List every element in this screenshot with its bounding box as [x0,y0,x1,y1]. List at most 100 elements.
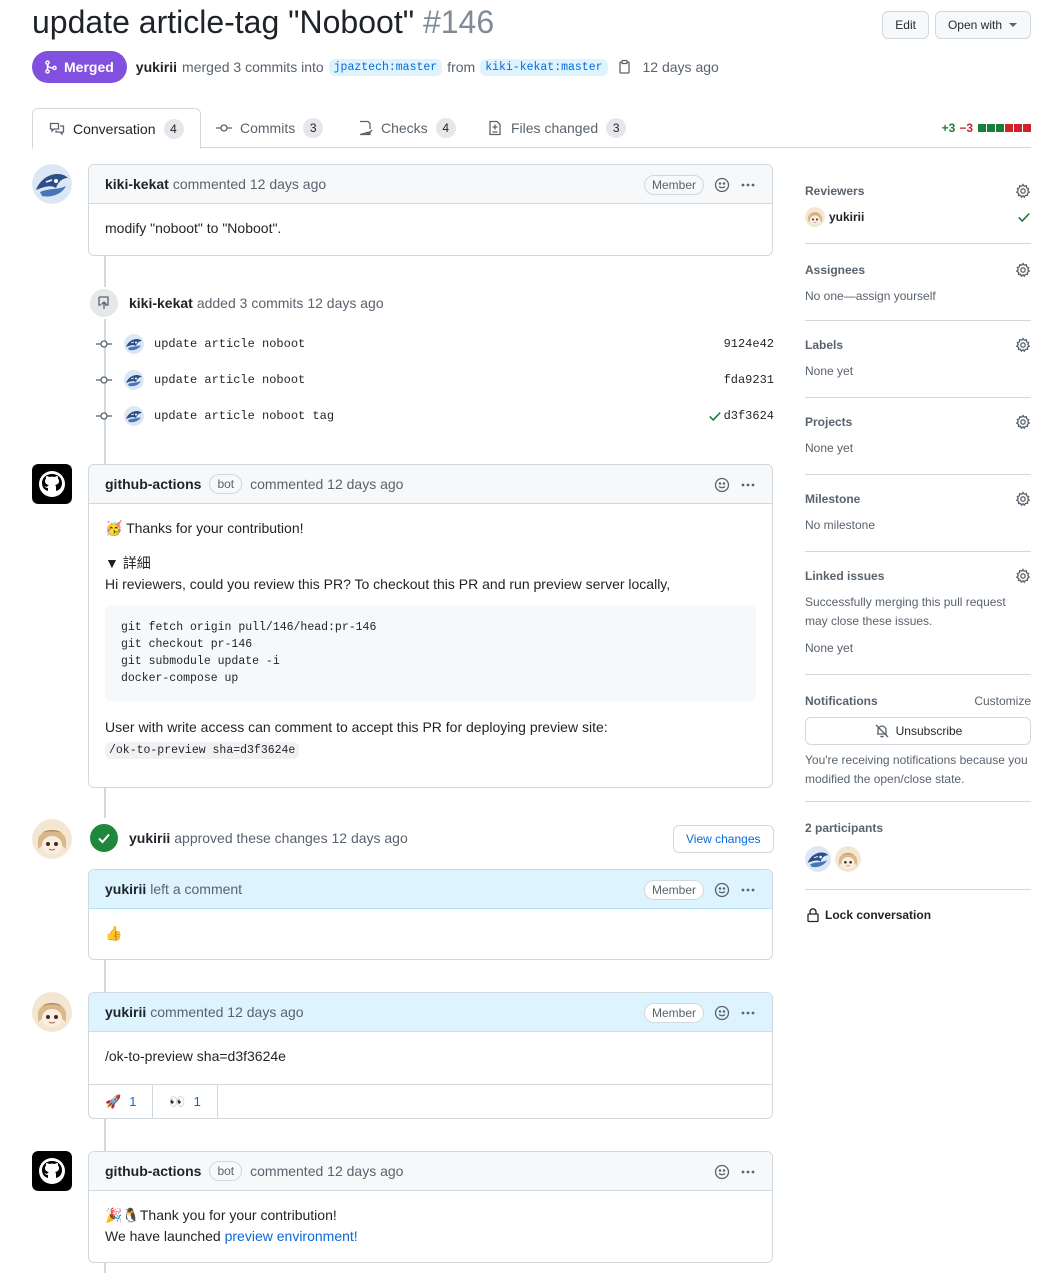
linked-issues-title[interactable]: Linked issues [805,569,884,583]
merged-by-link[interactable]: yukirii [136,59,177,75]
sidebar-section-header: Notifications Customize [805,694,1031,708]
gear-icon[interactable] [1015,414,1031,430]
commit-row[interactable]: update article noboot fda9231 [96,368,774,392]
commits-event-author[interactable]: kiki-kekat [129,295,193,311]
tab-files-changed[interactable]: Files changed 3 [471,108,642,148]
preview-environment-link[interactable]: preview environment! [225,1228,358,1244]
commit-row[interactable]: update article noboot 9124e42 [96,332,774,356]
projects-title[interactable]: Projects [805,415,852,429]
repo-push-icon [88,287,120,319]
comment-meta[interactable]: commented 12 days ago [173,176,326,192]
edit-button-label: Edit [895,18,916,32]
gear-icon[interactable] [1015,337,1031,353]
smiley-icon[interactable] [714,882,730,898]
avatar[interactable] [124,406,144,426]
comment-meta[interactable]: commented 12 days ago [150,1004,303,1020]
reaction-count: 1 [129,1094,137,1109]
sidebar-milestone: Milestone No milestone [805,475,1031,552]
avatar[interactable] [32,464,72,504]
reviewers-title[interactable]: Reviewers [805,184,864,198]
comment-meta[interactable]: commented 12 days ago [250,476,403,492]
check-icon[interactable] [708,409,722,423]
commit-sha[interactable]: fda9231 [724,373,774,387]
commit-sha[interactable]: d3f3624 [724,409,774,423]
open-with-button[interactable]: Open with [934,11,1031,39]
milestone-title[interactable]: Milestone [805,492,860,506]
commit-message[interactable]: update article noboot [154,373,305,387]
tab-checks[interactable]: Checks 4 [341,108,472,148]
tab-checks-count: 4 [435,118,456,138]
reaction-eyes[interactable]: 👀 1 [153,1085,218,1118]
copy-icon[interactable] [616,59,632,75]
smiley-icon[interactable] [714,177,730,193]
linked-issues-description: Successfully merging this pull request m… [805,595,1006,628]
kebab-horizontal-icon[interactable] [740,477,756,493]
avatar[interactable] [805,207,825,227]
comment-actions [714,465,756,504]
timeline-line [104,960,106,992]
avatar[interactable] [32,992,72,1032]
commit-message[interactable]: update article noboot [154,337,305,351]
comment-author[interactable]: yukirii [105,881,146,897]
lock-icon [807,908,819,923]
sidebar-reviewers: Reviewers yukirii [805,176,1031,244]
kebab-horizontal-icon[interactable] [740,1164,756,1180]
kebab-horizontal-icon[interactable] [740,1005,756,1021]
lock-conversation-button[interactable]: Lock conversation [805,907,931,923]
avatar[interactable] [32,164,72,204]
bell-slash-icon [875,724,889,738]
avatar[interactable] [835,846,861,872]
smiley-icon[interactable] [714,1005,730,1021]
comment-author[interactable]: github-actions [105,476,201,492]
comment-meta[interactable]: commented 12 days ago [250,1163,403,1179]
labels-title[interactable]: Labels [805,338,843,352]
customize-link[interactable]: Customize [974,694,1031,708]
kebab-horizontal-icon[interactable] [740,177,756,193]
code-block: git fetch origin pull/146/head:pr-146 gi… [105,605,756,701]
pr-meta: Merged yukirii merged 3 commits into jpa… [32,51,719,83]
tab-conversation[interactable]: Conversation 4 [32,108,201,149]
reviewer-item: yukirii [805,207,1031,227]
details-summary[interactable]: ▼ 詳細 [105,553,756,574]
git-commit-icon [96,376,112,384]
milestone-value: No milestone [805,518,876,532]
review-author[interactable]: yukirii [129,830,170,846]
avatar[interactable] [124,370,144,390]
head-branch[interactable]: kiki-kekat:master [480,58,608,76]
comment-actions: Member [643,870,756,909]
sidebar-linked-issues: Linked issues Successfully merging this … [805,552,1031,675]
participants-list [805,846,1031,872]
comment-author[interactable]: yukirii [105,1004,146,1020]
reviewer-name[interactable]: yukirii [829,210,864,224]
check-circle-icon [88,822,120,854]
commit-sha[interactable]: 9124e42 [724,337,774,351]
edit-button[interactable]: Edit [882,11,929,39]
comment-author[interactable]: kiki-kekat [105,176,169,192]
reaction-rocket[interactable]: 🚀 1 [89,1085,154,1118]
commit-message[interactable]: update article noboot tag [154,409,334,423]
gear-icon[interactable] [1015,568,1031,584]
gear-icon[interactable] [1015,183,1031,199]
comment-author[interactable]: github-actions [105,1163,201,1179]
tab-commits[interactable]: Commits 3 [200,108,339,148]
gear-icon[interactable] [1015,491,1031,507]
launched-text: We have launched [105,1228,221,1244]
unsubscribe-button[interactable]: Unsubscribe [805,717,1031,745]
avatar[interactable] [124,334,144,354]
assignees-title[interactable]: Assignees [805,263,865,277]
sidebar-section-header: 2 participants [805,821,1031,835]
avatar[interactable] [32,819,72,859]
view-changes-button[interactable]: View changes [673,825,774,853]
intro-text: Hi reviewers, could you review this PR? … [105,576,671,592]
reaction-count: 1 [193,1094,201,1109]
avatar[interactable] [32,1151,72,1191]
commit-row[interactable]: update article noboot tag d3f3624 [96,404,774,428]
avatar[interactable] [805,846,831,872]
gear-icon[interactable] [1015,262,1031,278]
smiley-icon[interactable] [714,1164,730,1180]
tab-commits-count: 3 [303,118,324,138]
base-branch[interactable]: jpaztech:master [328,58,443,76]
smiley-icon[interactable] [714,477,730,493]
kebab-horizontal-icon[interactable] [740,882,756,898]
assignees-value[interactable]: No one—assign yourself [805,287,1031,306]
